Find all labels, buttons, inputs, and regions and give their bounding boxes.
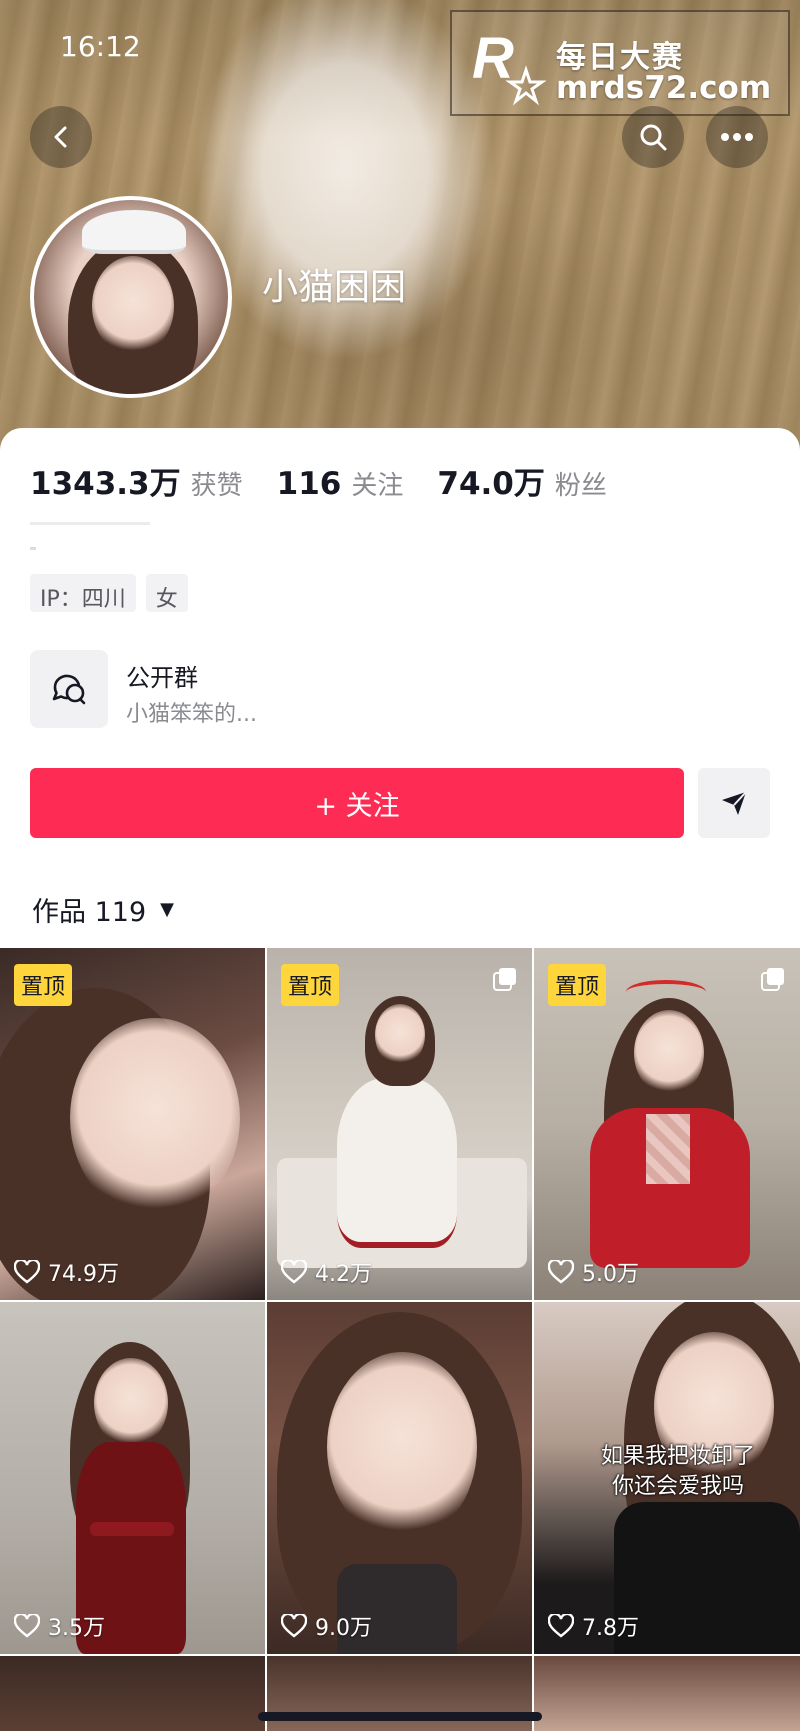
thumb-face (70, 1018, 240, 1218)
video-tile[interactable]: 置顶 5.0万 (534, 948, 800, 1300)
video-tile[interactable]: 置顶 4.2万 (267, 948, 532, 1300)
tags-row: IP：四川 女 (30, 574, 188, 612)
following-count[interactable]: 116 (277, 466, 342, 502)
like-count-text: 74.9万 (48, 1262, 119, 1287)
group-chat-icon (30, 650, 108, 728)
avatar[interactable] (30, 196, 232, 398)
chevron-left-icon (54, 126, 67, 148)
more-button[interactable] (706, 106, 768, 168)
thumb-headband (626, 980, 706, 1004)
thumb-face (634, 1010, 704, 1096)
video-tile[interactable]: 置顶 74.9万 (0, 948, 265, 1300)
heart-icon (281, 1614, 307, 1638)
like-count-text: 9.0万 (315, 1616, 372, 1641)
works-grid: 置顶 74.9万 置顶 4.2万 置顶 5.0万 3.5万 9.0万 如果我把妆… (0, 948, 800, 1731)
like-count: 7.8万 (548, 1610, 639, 1642)
video-caption: 如果我把妆卸了 你还会爱我吗 (600, 1444, 755, 1499)
followers-count[interactable]: 74.0万 (437, 458, 545, 503)
like-count-text: 5.0万 (582, 1262, 639, 1287)
heart-icon (14, 1614, 40, 1638)
video-tile[interactable]: 9.0万 (267, 1302, 532, 1654)
thumb-belt (90, 1522, 174, 1536)
video-tile[interactable] (0, 1656, 265, 1731)
like-count-text: 3.5万 (48, 1616, 105, 1641)
send-icon (722, 791, 747, 815)
follow-button[interactable]: + 关注 (30, 768, 684, 838)
video-tile[interactable]: 3.5万 (0, 1302, 265, 1654)
nickname: 小猫困困 (262, 267, 407, 308)
group-title: 公开群 (126, 664, 198, 692)
avatar-nurse-cap (82, 210, 186, 254)
following-label[interactable]: 关注 (351, 465, 403, 502)
thumb-outfit (614, 1502, 800, 1654)
heart-icon (281, 1260, 307, 1284)
status-time: 16:12 (60, 30, 141, 63)
like-count: 74.9万 (14, 1256, 119, 1288)
search-button[interactable] (622, 106, 684, 168)
stats-row: 1343.3万 获赞 116 关注 74.0万 粉丝 (30, 458, 641, 503)
thumb-dress (337, 1078, 457, 1248)
share-button[interactable] (698, 768, 770, 838)
pinned-badge: 置顶 (548, 964, 607, 1006)
search-icon (640, 124, 667, 151)
more-dots-icon (721, 133, 753, 141)
likes-label[interactable]: 获赞 (191, 465, 243, 502)
works-label: 作品 119 (32, 897, 147, 928)
multi-photo-icon (493, 968, 516, 991)
like-count: 3.5万 (14, 1610, 105, 1642)
like-count: 4.2万 (281, 1256, 372, 1288)
back-button[interactable] (30, 106, 92, 168)
thumb-face (375, 1004, 425, 1066)
pinned-badge: 置顶 (281, 964, 340, 1006)
multi-photo-icon (761, 968, 784, 991)
avatar-face (92, 256, 174, 356)
like-count-text: 4.2万 (315, 1262, 372, 1287)
thumb-face (94, 1358, 168, 1448)
watermark-url: mrds72.com (556, 70, 772, 106)
video-tile[interactable]: 如果我把妆卸了 你还会爱我吗 7.8万 (534, 1302, 800, 1654)
like-count: 5.0万 (548, 1256, 639, 1288)
tag-ip: IP：四川 (30, 574, 136, 612)
like-count-text: 7.8万 (582, 1616, 639, 1641)
like-count: 9.0万 (281, 1610, 372, 1642)
tag-gender: 女 (145, 574, 188, 612)
followers-label[interactable]: 粉丝 (555, 465, 607, 502)
heart-icon (548, 1260, 574, 1284)
watermark: R 每日大赛 mrds72.com (450, 10, 790, 116)
public-group-entry[interactable]: 公开群 小猫笨笨的... (30, 650, 770, 730)
thumb-face (327, 1352, 477, 1542)
home-indicator[interactable] (258, 1712, 542, 1721)
likes-count[interactable]: 1343.3万 (30, 458, 181, 503)
bio-placeholder (30, 518, 340, 550)
group-description: 小猫笨笨的... (126, 702, 257, 727)
heart-icon (14, 1260, 40, 1284)
watermark-logo: R (472, 26, 546, 106)
tab-works[interactable]: 作品 119 ▼ (32, 890, 174, 929)
thumb-mosaic (646, 1114, 690, 1184)
heart-icon (548, 1614, 574, 1638)
video-tile[interactable] (534, 1656, 800, 1731)
caret-down-icon: ▼ (160, 899, 174, 920)
pinned-badge: 置顶 (14, 964, 73, 1006)
